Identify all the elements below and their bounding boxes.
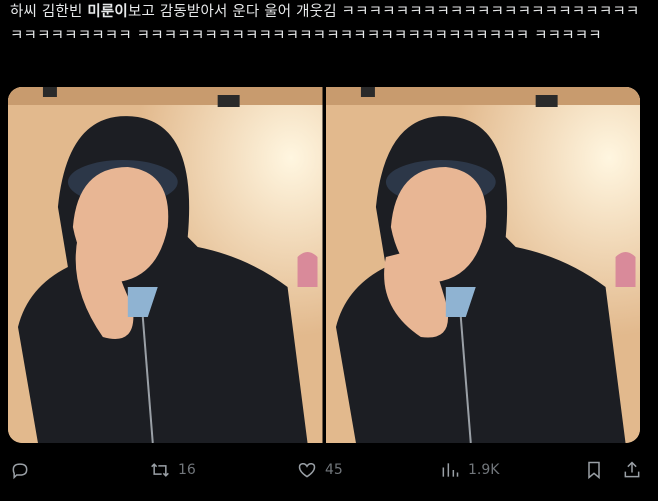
tweet-text: 하씨 김한빈 미룬이보고 감동받아서 운다 울어 개웃김 ㅋㅋㅋㅋㅋㅋㅋㅋㅋㅋㅋ… bbox=[10, 0, 650, 48]
photo-right-image bbox=[325, 87, 640, 443]
heart-icon bbox=[298, 462, 316, 478]
reply-button[interactable] bbox=[10, 460, 38, 480]
bookmark-icon bbox=[588, 461, 600, 480]
like-button[interactable]: 45 bbox=[297, 460, 343, 480]
share-icon bbox=[624, 461, 640, 478]
share-button[interactable] bbox=[622, 460, 642, 480]
like-count: 45 bbox=[325, 462, 343, 478]
retweet-icon bbox=[151, 463, 169, 477]
tweet-photo-left[interactable] bbox=[8, 87, 323, 443]
views-button[interactable]: 1.9K bbox=[440, 460, 499, 480]
tweet-media[interactable] bbox=[8, 87, 640, 443]
retweet-count: 16 bbox=[178, 462, 196, 478]
reply-icon bbox=[12, 463, 28, 480]
tweet-photo-right[interactable] bbox=[325, 87, 640, 443]
retweet-button[interactable]: 16 bbox=[150, 460, 196, 480]
tweet-text-part1: 하씨 김한빈 bbox=[10, 4, 88, 20]
tweet-actions: 16 45 1.9K bbox=[0, 455, 658, 485]
view-count: 1.9K bbox=[468, 462, 500, 478]
photo-left-image bbox=[8, 87, 323, 443]
bookmark-button[interactable] bbox=[584, 460, 604, 480]
tweet-text-bold: 미룬이 bbox=[87, 4, 128, 20]
views-icon bbox=[442, 463, 459, 477]
